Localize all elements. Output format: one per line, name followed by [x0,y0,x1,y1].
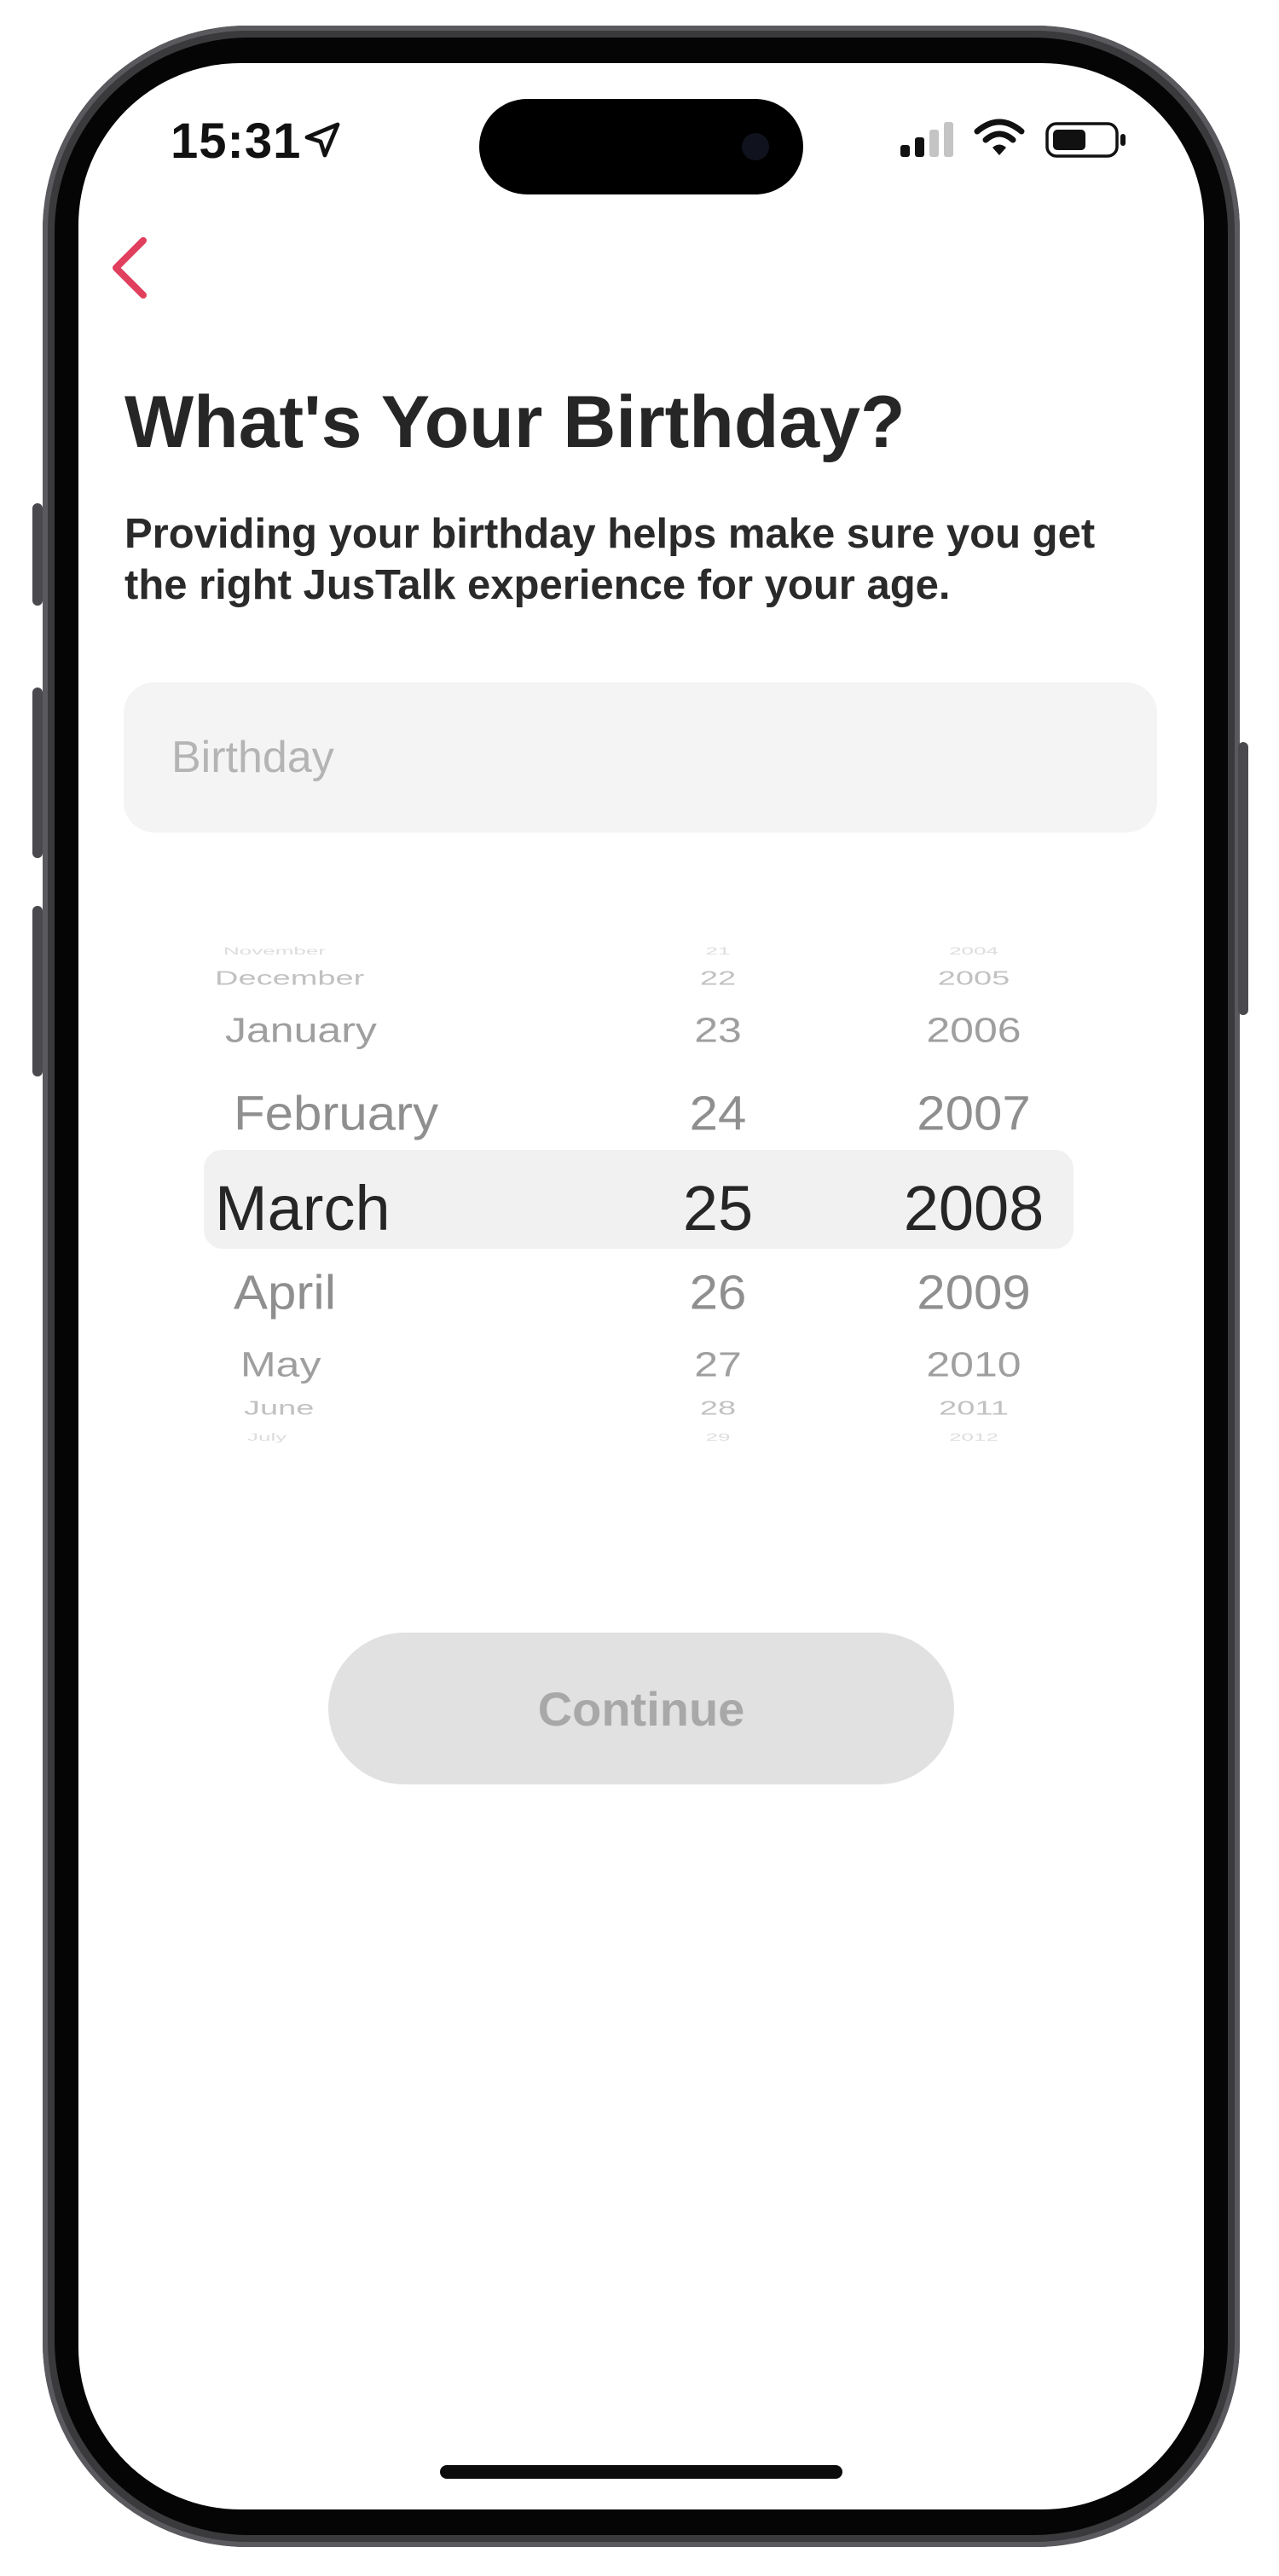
cellular-signal-icon [900,122,953,157]
birthday-field[interactable]: Birthday [124,682,1157,833]
day-option[interactable]: 26 [641,1264,795,1320]
year-option[interactable]: 2012 [846,1431,1102,1443]
month-option[interactable]: December [215,967,364,990]
month-option[interactable]: May [240,1344,321,1385]
day-option[interactable]: 21 [641,945,795,957]
year-option[interactable]: 2011 [846,1397,1102,1420]
volume-up-button [32,688,43,858]
action-button [32,503,43,606]
date-picker[interactable]: November December January February March Apri… [78,945,1204,1457]
month-option[interactable]: June [244,1397,314,1420]
day-option[interactable]: 23 [641,1010,795,1051]
continue-button[interactable]: Continue [328,1633,954,1784]
day-option[interactable]: 22 [641,967,795,990]
month-option[interactable]: November [223,945,326,957]
chevron-left-icon [113,237,147,299]
home-indicator [440,2465,842,2479]
month-option[interactable]: July [247,1431,286,1443]
back-button[interactable] [95,225,164,302]
month-option[interactable]: January [225,1010,377,1051]
birthday-placeholder: Birthday [171,733,334,782]
location-arrow-icon [304,122,340,158]
volume-down-button [32,906,43,1076]
year-option[interactable]: 2007 [846,1085,1102,1141]
year-option[interactable]: 2010 [846,1344,1102,1385]
battery-icon [1045,122,1126,158]
year-option[interactable]: 2005 [846,967,1102,990]
front-camera [742,133,769,160]
month-option[interactable]: February [234,1085,438,1141]
month-option-selected[interactable]: March [215,1172,391,1244]
day-option[interactable]: 29 [641,1431,795,1443]
day-option[interactable]: 24 [641,1085,795,1141]
day-option-selected[interactable]: 25 [641,1172,795,1244]
year-option[interactable]: 2004 [846,945,1102,957]
month-wheel[interactable]: November December January February March Apri… [206,945,564,1457]
page-subtitle: Providing your birthday helps make sure … [124,511,1096,608]
dynamic-island [479,99,803,194]
year-option[interactable]: 2006 [846,1010,1102,1051]
power-button [1238,742,1248,1015]
month-option[interactable]: April [234,1264,336,1320]
page-title: What's Your Birthday? [124,381,906,463]
year-wheel[interactable]: 2004 2005 2006 2007 2008 2009 2010 2011 2012 [846,945,1102,1457]
year-option[interactable]: 2009 [846,1264,1102,1320]
day-option[interactable]: 28 [641,1397,795,1420]
day-option[interactable]: 27 [641,1344,795,1385]
status-time: 15:31 [171,113,302,169]
year-option-selected[interactable]: 2008 [846,1172,1102,1244]
day-wheel[interactable]: 21 22 23 24 25 26 27 28 29 [641,945,795,1457]
app-screen: 15:31 What's Your Birthday? Providing yo… [78,63,1204,2509]
wifi-icon [974,119,1025,155]
